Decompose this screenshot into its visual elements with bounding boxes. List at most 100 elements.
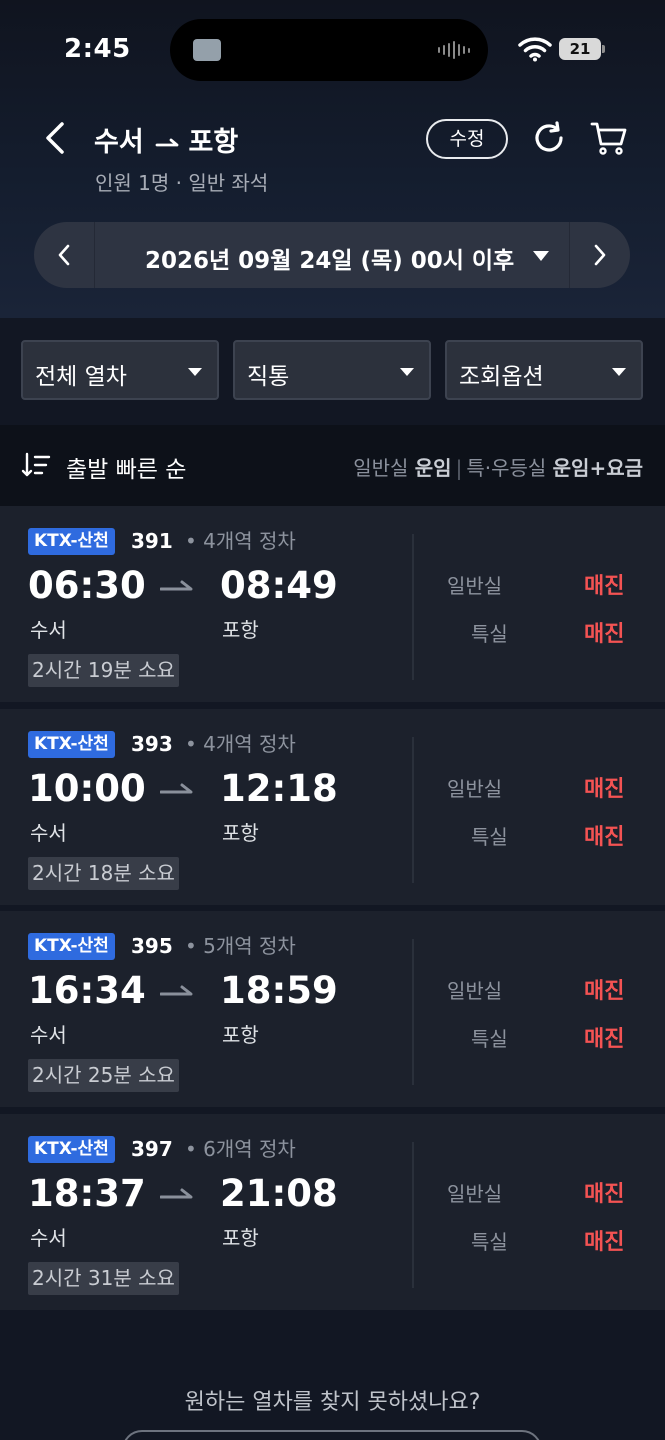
arrival-time: 18:59 [220,969,338,1012]
train-type-badge: KTX-산천 [28,528,115,555]
not-found-message: 원하는 열차를 찾지 못하셨나요? [184,1390,481,1415]
legend-separator: | [455,456,463,480]
arrival-time: 21:08 [220,1172,338,1215]
train-card[interactable]: KTX-산천 395 • 5개역 정차 16:34 18:59 수서 포항 2시… [0,911,665,1107]
departure-station: 수서 [30,821,67,845]
legend-special-label: 특·우등실 [466,456,547,480]
route-arrow-icon [155,138,179,146]
train-number: 391 [131,529,173,553]
special-class-status[interactable]: 매진 [584,616,624,648]
legend-special-fare: 운임+요금 [552,456,643,480]
arrow-right-icon [160,985,193,996]
general-class-label: 일반실 [447,979,503,1003]
edit-button[interactable]: 수정 [426,119,508,159]
destination-station: 포항 [188,127,239,158]
wifi-icon [518,37,552,62]
prev-date-chevron-icon[interactable] [34,222,94,288]
arrow-right-icon [160,1188,193,1199]
search-options-filter[interactable]: 조회옵션 [445,340,643,400]
status-time: 2:45 [64,34,131,64]
arrival-station: 포항 [222,821,259,845]
dynamic-island [170,19,488,81]
train-card[interactable]: KTX-산천 397 • 6개역 정차 18:37 21:08 수서 포항 2시… [0,1114,665,1310]
general-class-label: 일반실 [447,574,503,598]
general-class-status[interactable]: 매진 [584,771,624,803]
battery-indicator: 21 [559,38,601,60]
special-class-status[interactable]: 매진 [584,819,624,851]
divider [412,939,414,1085]
special-class-status[interactable]: 매진 [584,1021,624,1053]
fare-legend: 일반실 운임 | 특·우등실 운임+요금 [353,452,643,481]
special-class-status[interactable]: 매진 [584,1224,624,1256]
direct-filter[interactable]: 직통 [233,340,431,400]
departure-time: 06:30 [28,564,146,607]
header-area: 2:45 21 수서 포항 인원 1명 · 일반 좌석 수정 2026년 09월… [0,0,665,318]
caret-down-icon [612,368,626,376]
duration-badge: 2시간 31분 소요 [28,1262,179,1295]
departure-time: 10:00 [28,767,146,810]
stops-count: • 5개역 정차 [185,934,296,958]
general-class-status[interactable]: 매진 [584,973,624,1005]
legend-general-label: 일반실 [353,456,409,480]
general-class-status[interactable]: 매진 [584,568,624,600]
train-card[interactable]: KTX-산천 391 • 4개역 정차 06:30 08:49 수서 포항 2시… [0,506,665,702]
filter-label: 전체 열차 [35,364,127,390]
duration-badge: 2시간 25분 소요 [28,1059,179,1092]
departure-time: 16:34 [28,969,146,1012]
stops-count: • 4개역 정차 [185,732,296,756]
duration-badge: 2시간 18분 소요 [28,857,179,890]
caret-down-icon [400,368,414,376]
sort-label[interactable]: 출발 빠른 순 [66,450,186,484]
train-type-badge: KTX-산천 [28,1136,115,1163]
audio-wave-icon [438,41,470,59]
special-class-label: 특실 [471,1230,508,1254]
arrival-station: 포항 [222,1023,259,1047]
train-number: 395 [131,934,173,958]
general-class-status[interactable]: 매진 [584,1176,624,1208]
train-card[interactable]: KTX-산천 393 • 4개역 정차 10:00 12:18 수서 포항 2시… [0,709,665,905]
cart-icon[interactable] [590,120,628,156]
sort-icon[interactable] [21,452,51,478]
stops-count: • 6개역 정차 [185,1137,296,1161]
duration-badge: 2시간 19분 소요 [28,654,179,687]
divider [412,534,414,680]
battery-nub [602,45,605,53]
refresh-icon[interactable] [531,120,567,156]
general-class-label: 일반실 [447,1182,503,1206]
arrival-station: 포항 [222,1226,259,1250]
date-label[interactable]: 2026년 09월 24일 (목) 00시 이후 [145,241,514,275]
passenger-info: 인원 1명 · 일반 좌석 [95,171,269,195]
filter-label: 직통 [247,364,290,390]
stops-count: • 4개역 정차 [185,529,296,553]
departure-station: 수서 [30,1023,67,1047]
filter-label: 조회옵션 [459,364,544,390]
media-thumbnail-icon [193,39,221,61]
caret-down-icon [188,368,202,376]
caret-down-icon [533,251,549,261]
special-class-label: 특실 [471,825,508,849]
date-selector[interactable]: 2026년 09월 24일 (목) 00시 이후 [34,222,630,288]
arrow-right-icon [160,580,193,591]
train-number: 397 [131,1137,173,1161]
train-type-badge: KTX-산천 [28,731,115,758]
divider [412,737,414,883]
divider [412,1142,414,1288]
legend-general-fare: 운임 [414,456,452,480]
next-date-chevron-icon[interactable] [570,222,630,288]
departure-station: 수서 [30,618,67,642]
train-number: 393 [131,732,173,756]
departure-time: 18:37 [28,1172,146,1215]
filter-bar: 전체 열차 직통 조회옵션 [0,318,665,425]
arrival-station: 포항 [222,618,259,642]
train-type-filter[interactable]: 전체 열차 [21,340,219,400]
origin-station: 수서 [94,127,144,158]
train-type-badge: KTX-산천 [28,933,115,960]
request-train-button[interactable] [122,1430,542,1440]
back-arrow-icon[interactable] [40,120,70,156]
arrow-right-icon [160,783,193,794]
arrival-time: 08:49 [220,564,338,607]
route-title: 수서 포항 [94,120,238,159]
divider [94,222,95,288]
general-class-label: 일반실 [447,777,503,801]
special-class-label: 특실 [471,622,508,646]
